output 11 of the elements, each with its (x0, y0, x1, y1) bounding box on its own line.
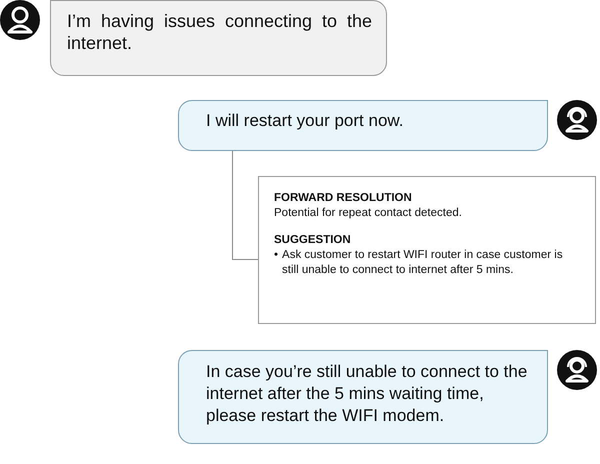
suggestion-text: Ask customer to restart WIFI router in case customer is still unable to connect to internet after 5 mins. (282, 248, 564, 278)
section-heading: SUGGESTION (274, 233, 352, 248)
message-bubble: I will restart your port now. (178, 100, 548, 151)
message-bubble: In case you’re still unable to connect to the internet after the 5 mins waiting time, please restart the WIFI modem. (178, 350, 548, 444)
section-heading: FORWARD RESOLUTION (274, 191, 413, 206)
person-avatar-icon (0, 0, 40, 40)
section-text: Potential for repeat contact detected. (274, 206, 463, 221)
bullet-mark: • (274, 248, 278, 263)
message-bubble: I’m having issues connecting to the internet. (50, 0, 387, 76)
headset-agent-icon (557, 100, 597, 140)
headset-agent-icon (557, 350, 597, 390)
